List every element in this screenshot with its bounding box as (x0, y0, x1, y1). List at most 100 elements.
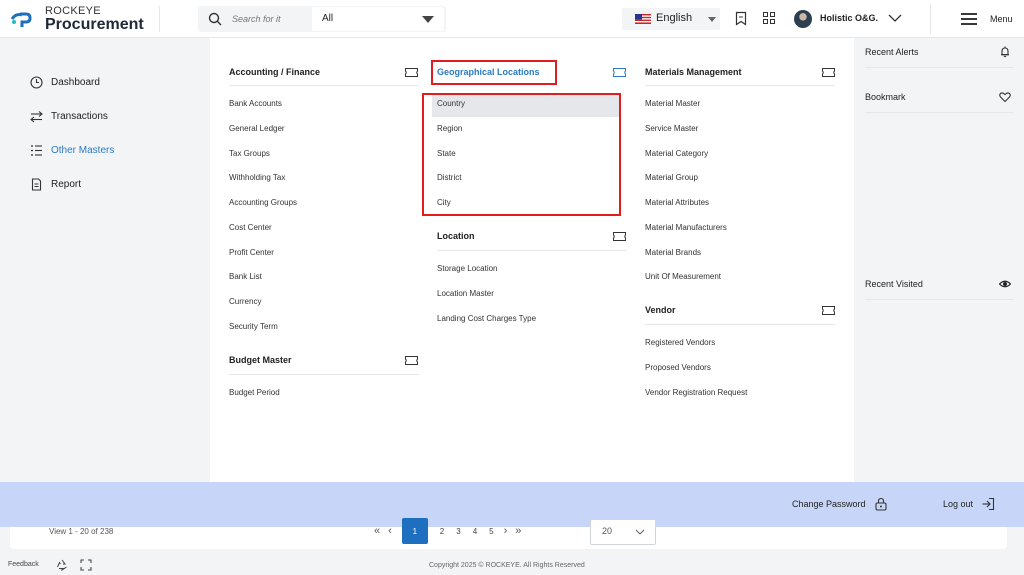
section-title: Accounting / Finance (229, 67, 321, 77)
heart-icon[interactable] (999, 91, 1011, 103)
next-page-icon[interactable]: › (504, 525, 508, 537)
other-masters-mega-menu: Accounting / Finance Bank Accounts Gener… (210, 38, 854, 482)
apps-grid-icon[interactable] (763, 12, 775, 24)
menu-link-general-ledger[interactable]: General Ledger (229, 124, 285, 133)
menu-link-cost-center[interactable]: Cost Center (229, 223, 272, 232)
section-divider (229, 374, 419, 375)
bookmark-label: Bookmark (865, 92, 906, 102)
section-title: Budget Master (229, 355, 292, 365)
page-button[interactable]: 4 (473, 527, 477, 536)
ticket-icon[interactable] (822, 68, 835, 77)
log-out-button[interactable]: Log out (943, 497, 995, 511)
menu-link-currency[interactable]: Currency (229, 297, 261, 306)
menu-link-bank-list[interactable]: Bank List (229, 272, 262, 281)
eye-icon[interactable] (999, 278, 1011, 290)
language-select[interactable]: English (622, 8, 720, 30)
menu-link-vendor-registration-request[interactable]: Vendor Registration Request (645, 388, 747, 397)
menu-link-registered-vendors[interactable]: Registered Vendors (645, 338, 715, 347)
page-button[interactable]: 5 (489, 527, 493, 536)
section-title: Materials Management (645, 67, 742, 77)
change-password-button[interactable]: Change Password (792, 497, 888, 511)
menu-link-material-group[interactable]: Material Group (645, 173, 698, 182)
bookmark-icon[interactable] (735, 11, 747, 26)
fullscreen-icon[interactable] (80, 559, 92, 571)
rows-per-page-select[interactable]: 20 (590, 519, 656, 545)
menu-link-material-attributes[interactable]: Material Attributes (645, 198, 709, 207)
menu-link-landing-cost-charges-type[interactable]: Landing Cost Charges Type (437, 314, 536, 323)
avatar[interactable] (794, 10, 812, 28)
copyright-text: Copyright 2025 © ROCKEYE. All Rights Res… (429, 562, 585, 569)
rows-per-page-value: 20 (602, 526, 613, 536)
menu-link-unit-of-measurement[interactable]: Unit Of Measurement (645, 272, 721, 281)
budget-master-header[interactable]: Budget Master (229, 352, 419, 368)
recycle-icon[interactable] (56, 559, 68, 571)
menu-link-tax-groups[interactable]: Tax Groups (229, 149, 270, 158)
search-bar: All (198, 6, 446, 32)
search-icon[interactable] (208, 12, 222, 26)
header-divider (930, 4, 931, 34)
menu-link-profit-center[interactable]: Profit Center (229, 248, 274, 257)
recent-visited-section[interactable]: Recent Visited (865, 270, 1013, 300)
menu-link-location-master[interactable]: Location Master (437, 289, 494, 298)
menu-link-withholding-tax[interactable]: Withholding Tax (229, 173, 285, 182)
menu-link-budget-period[interactable]: Budget Period (229, 388, 280, 397)
top-header: ROCKEYE Procurement All English (0, 0, 1024, 38)
page-button-active[interactable]: 1 (401, 518, 428, 544)
location-header[interactable]: Location (437, 228, 627, 244)
sidebar-item-dashboard[interactable]: Dashboard (30, 74, 100, 90)
first-page-icon[interactable]: « (374, 525, 380, 537)
chevron-down-icon[interactable] (888, 14, 902, 22)
section-divider (437, 250, 627, 251)
ticket-icon[interactable] (822, 306, 835, 315)
brand-name: Procurement (45, 16, 144, 33)
menu-label[interactable]: Menu (990, 14, 1013, 24)
menu-link-storage-location[interactable]: Storage Location (437, 264, 498, 273)
bookmark-section[interactable]: Bookmark (865, 83, 1013, 113)
us-flag-icon (635, 14, 651, 24)
sidebar-item-transactions[interactable]: Transactions (30, 108, 108, 124)
menu-link-material-manufacturers[interactable]: Material Manufacturers (645, 223, 727, 232)
last-page-icon[interactable]: » (515, 525, 521, 537)
feedback-link[interactable]: Feedback (8, 561, 39, 568)
sidebar-item-label: Dashboard (51, 76, 100, 88)
ticket-icon[interactable] (405, 356, 418, 365)
menu-link-bank-accounts[interactable]: Bank Accounts (229, 99, 282, 108)
menu-link-material-category[interactable]: Material Category (645, 149, 708, 158)
caret-down-icon (422, 16, 434, 23)
pagination-bar: View 1 - 20 of 238 « ‹ 1 2 3 4 5 › » 20 (10, 518, 1007, 549)
filter-value: All (322, 13, 334, 24)
page-button[interactable]: 3 (456, 527, 460, 536)
user-name[interactable]: Holistic O&G. (820, 13, 878, 23)
menu-link-proposed-vendors[interactable]: Proposed Vendors (645, 363, 711, 372)
ticket-icon[interactable] (405, 68, 418, 77)
menu-link-accounting-groups[interactable]: Accounting Groups (229, 198, 297, 207)
menu-link-service-master[interactable]: Service Master (645, 124, 698, 133)
list-icon (31, 144, 42, 156)
lock-icon (874, 497, 887, 511)
accounting-finance-header[interactable]: Accounting / Finance (229, 64, 419, 80)
sidebar-item-report[interactable]: Report (30, 176, 81, 192)
language-label: English (656, 12, 693, 24)
menu-link-material-master[interactable]: Material Master (645, 99, 700, 108)
search-filter-select[interactable]: All (312, 7, 444, 31)
vendor-header[interactable]: Vendor (645, 302, 835, 318)
ticket-icon[interactable] (613, 68, 626, 77)
logout-icon (982, 497, 995, 511)
sidebar-item-other-masters[interactable]: Other Masters (30, 142, 114, 158)
materials-management-header[interactable]: Materials Management (645, 64, 835, 80)
rockeye-logo-icon[interactable] (10, 10, 34, 28)
bell-icon[interactable] (999, 46, 1011, 58)
log-out-label: Log out (943, 499, 974, 509)
pagination-controls: « ‹ 1 2 3 4 5 › » (370, 518, 525, 544)
recent-visited-label: Recent Visited (865, 279, 923, 289)
recent-alerts-section[interactable]: Recent Alerts (865, 38, 1013, 68)
prev-page-icon[interactable]: ‹ (388, 525, 392, 537)
search-input[interactable] (232, 11, 304, 27)
highlight-box-geo-links (422, 93, 621, 216)
ticket-icon[interactable] (613, 232, 626, 241)
hamburger-menu-icon[interactable] (961, 13, 977, 25)
page-button[interactable]: 2 (440, 527, 444, 536)
chevron-down-icon (635, 529, 645, 535)
menu-link-material-brands[interactable]: Material Brands (645, 248, 701, 257)
menu-link-security-term[interactable]: Security Term (229, 322, 278, 331)
